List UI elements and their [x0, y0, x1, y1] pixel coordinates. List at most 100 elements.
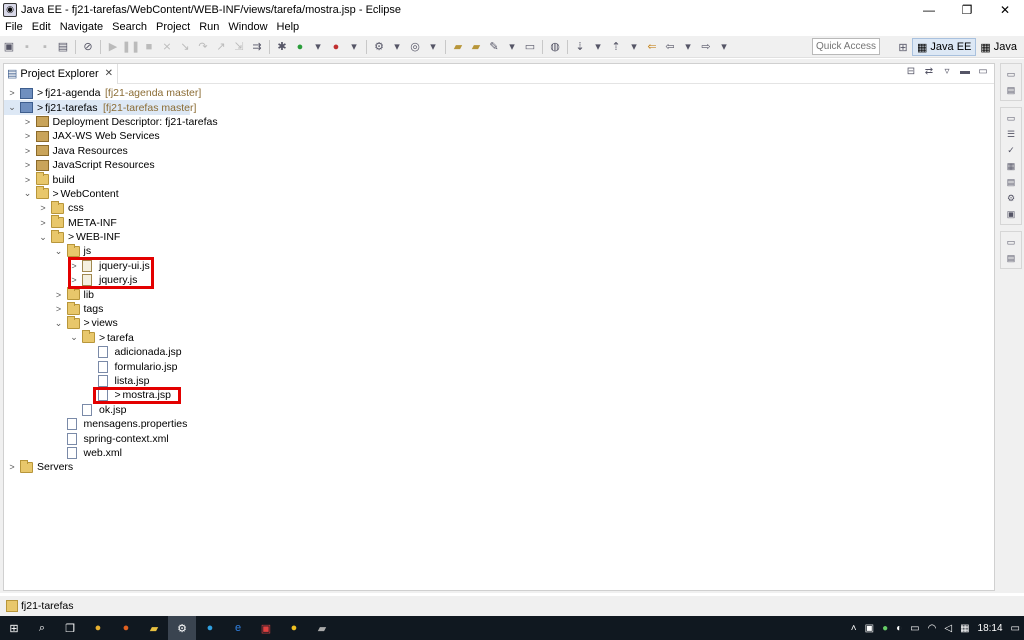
menu-project[interactable]: Project [151, 21, 194, 33]
restore-view-icon[interactable]: ▭ [1001, 110, 1021, 126]
close-icon[interactable]: ✕ [105, 68, 113, 79]
minimize-view-icon[interactable]: ▬ [958, 66, 972, 77]
step-return-icon[interactable]: ↗ [213, 39, 229, 55]
tree-item-servers[interactable]: > Servers [4, 459, 994, 474]
open-perspective-icon[interactable]: ⊞ [895, 39, 911, 55]
edge-icon[interactable]: e [224, 616, 252, 640]
chevron-right-icon[interactable]: > [7, 88, 17, 98]
previous-annotation-dropdown-icon[interactable]: ▾ [626, 39, 642, 55]
maximize-view-icon[interactable]: ▭ [976, 66, 990, 77]
tree-item-jax-ws-web-services[interactable]: > JAX-WS Web Services [4, 129, 994, 143]
eclipse-taskbar-icon[interactable]: ⚙ [168, 616, 196, 640]
tree-item-meta-inf[interactable]: > META-INF [4, 215, 994, 230]
tree-item-webcontent[interactable]: ⌄ > WebContent [4, 186, 994, 201]
chevron-right-icon[interactable]: > [38, 203, 48, 213]
close-button[interactable]: ✕ [986, 0, 1024, 19]
file-explorer-icon[interactable]: ▰ [140, 616, 168, 640]
chrome-icon[interactable]: ● [84, 616, 112, 640]
tree-item-lista-jsp[interactable]: lista.jsp [4, 374, 994, 388]
chevron-right-icon[interactable]: > [69, 275, 79, 285]
battery-icon[interactable]: ▭ [906, 623, 923, 634]
servers-icon[interactable]: ⚙ [1001, 190, 1021, 206]
new-server-dropdown-icon[interactable]: ▾ [389, 39, 405, 55]
chevron-right-icon[interactable]: > [23, 160, 33, 170]
restore-view-icon[interactable]: ▭ [1001, 234, 1021, 250]
tree-item-lib[interactable]: > lib [4, 287, 994, 301]
tree-item-js[interactable]: ⌄ js [4, 243, 994, 258]
menu-navigate[interactable]: Navigate [55, 21, 107, 33]
chevron-down-icon[interactable]: ⌄ [54, 318, 64, 329]
disconnect-icon[interactable]: ⨯ [159, 39, 175, 55]
menu-search[interactable]: Search [107, 21, 151, 33]
action-center-icon[interactable]: ▭ [1007, 623, 1024, 634]
previous-annotation-icon[interactable]: ⇡ [608, 39, 624, 55]
firefox-icon[interactable]: ● [112, 616, 140, 640]
tree-item-tarefa[interactable]: ⌄ > tarefa [4, 330, 994, 345]
chevron-right-icon[interactable]: > [54, 304, 64, 314]
open-task-icon[interactable]: ▭ [522, 39, 538, 55]
skip-breakpoints-icon[interactable]: ⊘ [80, 39, 96, 55]
back-icon[interactable]: ⇦ [662, 39, 678, 55]
start-icon[interactable]: ⊞ [0, 616, 28, 640]
tray-app-icon[interactable]: ◐ [892, 623, 906, 634]
problems-icon[interactable]: ▤ [1001, 250, 1021, 266]
quick-access-input[interactable] [812, 38, 880, 55]
pen-icon[interactable]: ✎ [486, 39, 502, 55]
tab-project-explorer[interactable]: ▤ Project Explorer ✕ [4, 63, 119, 84]
show-hidden-icons-icon[interactable]: ˄ [847, 623, 861, 634]
chevron-right-icon[interactable]: > [38, 218, 48, 228]
chevron-down-icon[interactable]: ⌄ [69, 332, 79, 343]
tree-item-web-xml[interactable]: web.xml [4, 446, 994, 460]
view-menu-icon[interactable]: ▿ [940, 66, 954, 77]
menu-help[interactable]: Help [272, 21, 304, 33]
console-icon[interactable]: ▣ [1001, 206, 1021, 222]
external-tools-dropdown-icon[interactable]: ▾ [346, 39, 362, 55]
tree-item-build[interactable]: > build [4, 172, 994, 186]
new-java-class-dropdown-icon[interactable]: ▾ [425, 39, 441, 55]
skype-icon[interactable]: ● [196, 616, 224, 640]
back-dropdown-icon[interactable]: ▾ [680, 39, 696, 55]
menu-edit[interactable]: Edit [27, 21, 55, 33]
tree-item-adicionada-jsp[interactable]: adicionada.jsp [4, 345, 994, 359]
next-annotation-icon[interactable]: ⇣ [572, 39, 588, 55]
tree-item-tags[interactable]: > tags [4, 301, 994, 316]
chevron-right-icon[interactable]: > [69, 261, 79, 271]
app-car-icon[interactable]: ▰ [308, 616, 336, 640]
tray-app-icon[interactable]: ▣ [861, 623, 878, 634]
app-yellow-icon[interactable]: ● [280, 616, 308, 640]
suspend-icon[interactable]: ❚❚ [122, 39, 140, 55]
tree-item-fj21-tarefas[interactable]: ⌄ > fj21-tarefas [fj21-tarefas master] [4, 100, 196, 115]
new-icon[interactable]: ▣ [1, 39, 17, 55]
print-icon[interactable]: ▤ [55, 39, 71, 55]
tree-item-mensagens-properties[interactable]: mensagens.properties [4, 417, 994, 431]
pen-dropdown-icon[interactable]: ▾ [504, 39, 520, 55]
use-step-filters-icon[interactable]: ⇉ [249, 39, 265, 55]
terminate-icon[interactable]: ■ [141, 39, 157, 55]
search-icon[interactable]: ⌕ [28, 616, 56, 640]
chevron-down-icon[interactable]: ⌄ [54, 246, 64, 257]
open-folder-icon[interactable]: ▰ [450, 39, 466, 55]
tree-item-deployment-descriptor[interactable]: > Deployment Descriptor: fj21-tarefas [4, 115, 994, 129]
chevron-right-icon[interactable]: > [23, 117, 33, 127]
restore-view-icon[interactable]: ▭ [1001, 66, 1021, 82]
tree-item-views[interactable]: ⌄ > views [4, 315, 994, 330]
forward-dropdown-icon[interactable]: ▾ [716, 39, 732, 55]
properties-icon[interactable]: ▤ [1001, 174, 1021, 190]
tree-item-web-inf[interactable]: ⌄ > WEB-INF [4, 229, 994, 244]
chevron-right-icon[interactable]: > [7, 462, 17, 472]
perspective-java-ee[interactable]: ▦ Java EE [912, 38, 977, 56]
menu-run[interactable]: Run [194, 21, 223, 33]
outline-icon[interactable]: ☰ [1001, 126, 1021, 142]
resume-icon[interactable]: ▶ [105, 39, 121, 55]
drop-to-frame-icon[interactable]: ⇲ [231, 39, 247, 55]
tree-item-spring-context-xml[interactable]: spring-context.xml [4, 431, 994, 445]
tray-app-icon[interactable]: ● [878, 623, 892, 634]
perspective-java[interactable]: ▦ Java [976, 38, 1021, 56]
menu-window[interactable]: Window [223, 21, 271, 33]
save-icon[interactable]: ▪ [19, 39, 35, 55]
chevron-down-icon[interactable]: ⌄ [7, 102, 17, 113]
chevron-right-icon[interactable]: > [23, 175, 33, 185]
tree-item-formulario-jsp[interactable]: formulario.jsp [4, 359, 994, 373]
run-icon[interactable]: ● [292, 39, 308, 55]
tree-item-jquery-ui-js[interactable]: > jquery-ui.js [4, 259, 994, 273]
